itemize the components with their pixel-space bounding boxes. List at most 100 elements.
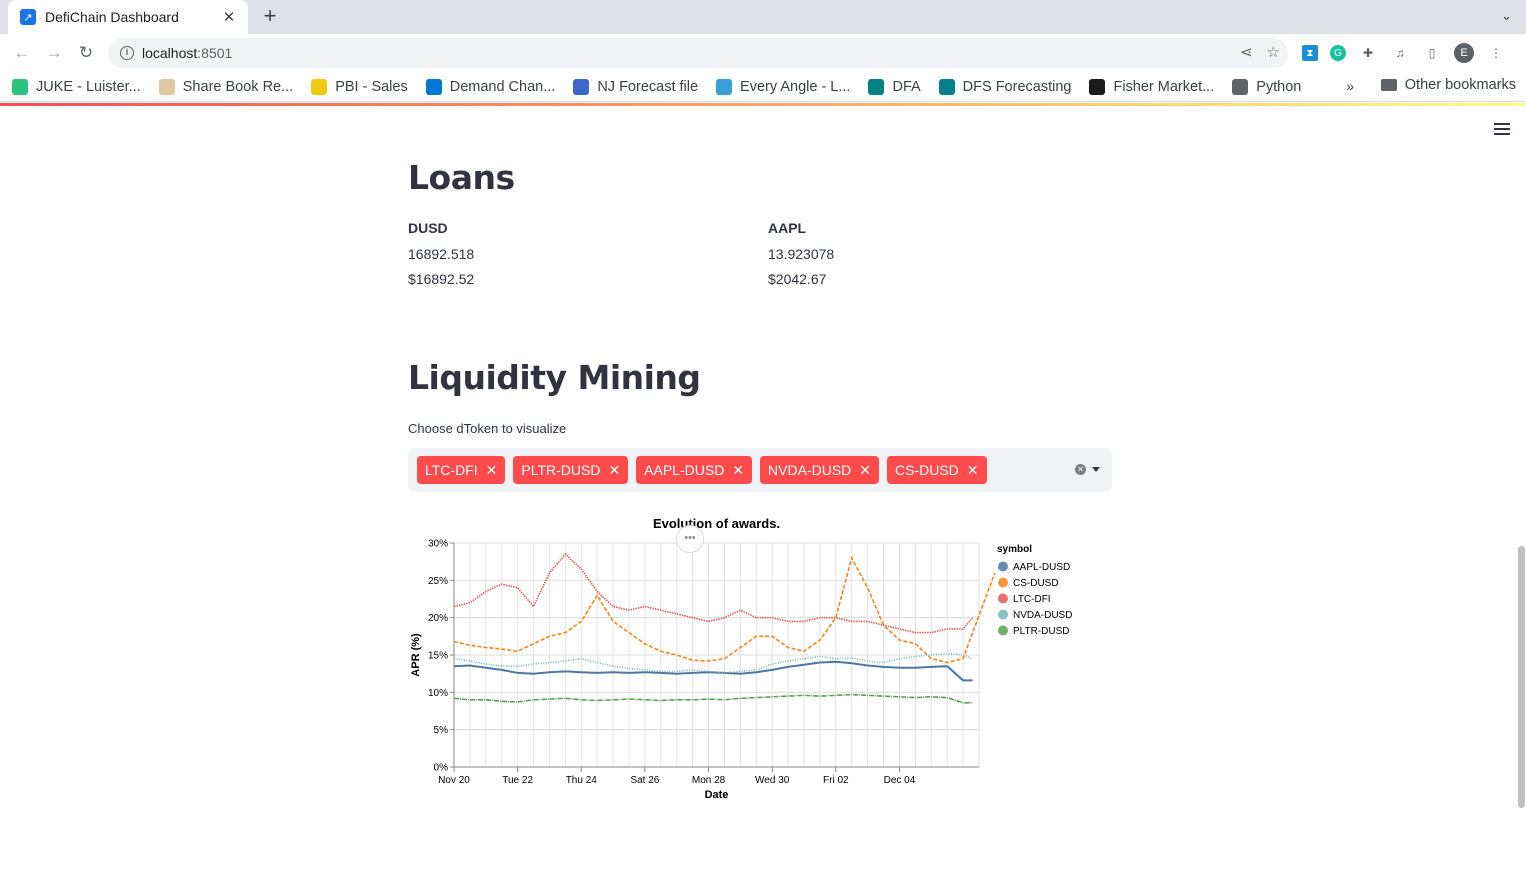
bookmark-label: Every Angle - L... [740, 78, 851, 95]
folder-icon [1380, 79, 1397, 91]
bookmark-item[interactable]: DFA [868, 78, 921, 95]
other-bookmarks-label: Other bookmarks [1404, 77, 1516, 93]
selected-token-chip: LTC-DFI ✕ [417, 456, 506, 484]
bookmark-label: PBI - Sales [335, 78, 408, 95]
bookmark-label: DFS Forecasting [962, 78, 1072, 95]
loans-heading: Loans [408, 158, 515, 197]
chart-actions-menu-icon[interactable]: ••• [676, 525, 704, 553]
x-tick-label: Mon 28 [692, 775, 726, 786]
bookmark-item[interactable]: Fisher Market... [1089, 78, 1215, 95]
scrollbar-thumb[interactable] [1518, 546, 1525, 808]
apr-line-chart: Evolution of awards. 0% 5% 10% 15% 20% 25% 30% N… [410, 516, 1072, 801]
y-tick-label: 15% [428, 651, 448, 662]
bookmark-item[interactable]: Demand Chan... [425, 78, 556, 95]
loan-amount: 16892.518 [408, 246, 475, 262]
bookmark-favicon-icon [573, 78, 590, 95]
new-tab-button[interactable]: + [258, 4, 282, 28]
forward-button[interactable]: → [42, 41, 66, 65]
remove-chip-icon[interactable]: ✕ [486, 462, 498, 479]
series-line-ltc-dfi [453, 553, 974, 634]
bookmark-star-icon[interactable]: ☆ [1267, 43, 1280, 61]
chip-label: CS-DUSD [895, 462, 959, 478]
bookmark-favicon-icon [716, 78, 733, 95]
legend-swatch [998, 625, 1008, 636]
legend-swatch [998, 561, 1008, 572]
page-scrollbar[interactable] [1514, 106, 1526, 873]
grammarly-icon[interactable]: G [1330, 45, 1346, 61]
apr-chart: Evolution of awards. 0% 5% 10% 15% 20% 25% 30% N… [408, 516, 1118, 816]
bookmark-item[interactable]: Share Book Re... [158, 78, 293, 95]
site-info-icon[interactable]: i [120, 46, 134, 60]
chip-label: AAPL-DUSD [644, 462, 725, 478]
share-icon[interactable]: ⋖ [1240, 43, 1253, 61]
address-bar[interactable]: i localhost:8501 ⋖ ☆ [108, 38, 1288, 68]
legend-entry: PLTR-DUSD [1013, 626, 1069, 637]
other-bookmarks-folder[interactable]: Other bookmarks [1380, 77, 1516, 93]
selected-token-chip: PLTR-DUSD ✕ [513, 456, 629, 484]
legend-entry: AAPL-DUSD [1013, 562, 1070, 573]
loan-column-aapl: AAPL 13.923078 $2042.67 [768, 220, 1068, 296]
y-axis-label: APR (%) [410, 633, 422, 677]
browser-tab[interactable]: ↗ DefiChain Dashboard ✕ [8, 0, 248, 34]
bookmark-label: JUKE - Luister... [36, 78, 141, 95]
bookmark-favicon-icon [158, 78, 175, 95]
bookmark-item[interactable]: Python [1232, 78, 1302, 95]
bookmarks-bar: JUKE - Luister... Share Book Re... PBI - S… [0, 72, 1526, 102]
legend-entry: CS-DUSD [1013, 578, 1059, 589]
x-tick-label: Nov 20 [438, 775, 470, 786]
browser-tabstrip: ↗ DefiChain Dashboard ✕ + ⌄ [0, 0, 1526, 34]
side-panel-icon[interactable]: ▯ [1422, 43, 1442, 63]
media-control-icon[interactable]: ♫ [1390, 43, 1410, 63]
bookmark-favicon-icon [311, 78, 328, 95]
selected-token-chip: NVDA-DUSD ✕ [760, 456, 880, 484]
x-tick-label: Thu 24 [566, 775, 598, 786]
back-button[interactable]: ← [10, 41, 34, 65]
legend-title: symbol [997, 544, 1032, 555]
dropdown-caret-icon[interactable] [1092, 467, 1100, 472]
bookmark-item[interactable]: Every Angle - L... [716, 78, 851, 95]
main-menu-icon[interactable] [1494, 123, 1510, 138]
bookmark-item[interactable]: JUKE - Luister... [12, 78, 141, 95]
bookmark-favicon-icon [1089, 78, 1106, 95]
y-tick-label: 20% [428, 613, 448, 624]
clear-all-icon[interactable]: ✕ [1075, 464, 1086, 475]
bookmark-favicon-icon [12, 78, 28, 95]
bookmark-label: Demand Chan... [449, 78, 556, 95]
x-tick-label: Wed 30 [755, 775, 790, 786]
extension-hourglass-icon[interactable]: ⧗ [1302, 45, 1318, 61]
legend-swatch [998, 593, 1008, 604]
legend-entry: NVDA-DUSD [1013, 610, 1072, 621]
bookmark-item[interactable]: PBI - Sales [311, 78, 408, 95]
browser-toolbar: ← → ↻ i localhost:8501 ⋖ ☆ ⧗ G ✚ ♫ ▯ E ⋮ [0, 34, 1526, 72]
dtoken-multiselect[interactable]: LTC-DFI ✕ PLTR-DUSD ✕ AAPL-DUSD ✕ NVDA-DUSD ✕ CS… [408, 448, 1112, 492]
bookmark-label: Fisher Market... [1113, 78, 1215, 95]
bookmark-label: Python [1256, 78, 1302, 95]
tab-close-icon[interactable]: ✕ [220, 8, 238, 26]
chart-title: Evolution of awards. [653, 516, 780, 531]
extensions-puzzle-icon[interactable]: ✚ [1358, 43, 1378, 63]
bookmarks-overflow-button[interactable]: » [1346, 78, 1354, 94]
x-axis-label: Date [705, 789, 729, 801]
bookmark-favicon-icon [938, 78, 955, 95]
remove-chip-icon[interactable]: ✕ [967, 462, 979, 479]
bookmark-item[interactable]: NJ Forecast file [573, 78, 698, 95]
profile-avatar[interactable]: E [1454, 43, 1474, 63]
y-tick-label: 0% [434, 763, 449, 774]
remove-chip-icon[interactable]: ✕ [608, 462, 620, 479]
tab-title: DefiChain Dashboard [45, 9, 179, 25]
y-tick-label: 5% [434, 725, 449, 736]
bookmark-item[interactable]: DFS Forecasting [938, 78, 1072, 95]
remove-chip-icon[interactable]: ✕ [859, 462, 871, 479]
series-line-pltr-dusd [453, 693, 973, 704]
series-line-nvda-dusd [453, 652, 973, 674]
x-tick-label: Tue 22 [502, 775, 533, 786]
loan-token-label: AAPL [768, 220, 807, 236]
legend-swatch [998, 609, 1008, 620]
tab-search-chevron-icon[interactable]: ⌄ [1501, 8, 1512, 24]
x-tick-label: Dec 04 [884, 775, 916, 786]
browser-menu-icon[interactable]: ⋮ [1486, 43, 1506, 63]
legend-swatch [998, 577, 1008, 588]
reload-button[interactable]: ↻ [74, 41, 98, 65]
loan-column-dusd: DUSD 16892.518 $16892.52 [408, 220, 708, 296]
remove-chip-icon[interactable]: ✕ [732, 462, 744, 479]
